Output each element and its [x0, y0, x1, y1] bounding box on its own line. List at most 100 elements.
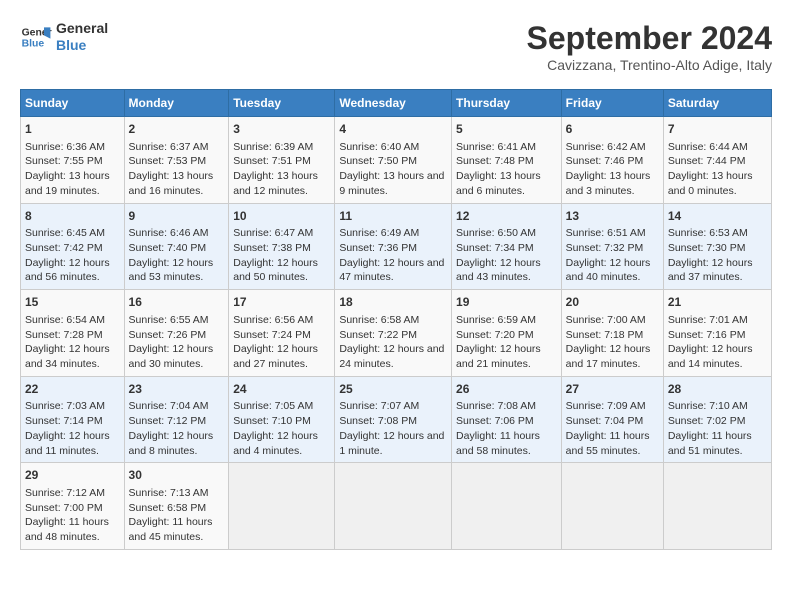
day-number: 14 [668, 208, 767, 225]
calendar-cell [663, 463, 771, 550]
day-info-line: Sunset: 7:10 PM [233, 414, 330, 429]
day-info-line: Sunset: 7:51 PM [233, 154, 330, 169]
day-info-line: Sunset: 7:22 PM [339, 328, 447, 343]
day-info-line: Sunset: 7:06 PM [456, 414, 557, 429]
day-number: 8 [25, 208, 120, 225]
calendar-cell [335, 463, 452, 550]
day-info-line: Sunset: 7:38 PM [233, 241, 330, 256]
day-info-line: Sunset: 7:12 PM [129, 414, 225, 429]
calendar-table: SundayMondayTuesdayWednesdayThursdayFrid… [20, 89, 772, 550]
day-info-line: Sunset: 7:46 PM [566, 154, 659, 169]
day-info-line: Daylight: 12 hours and 27 minutes. [233, 342, 330, 371]
col-header-saturday: Saturday [663, 90, 771, 117]
day-number: 29 [25, 467, 120, 484]
day-info-line: Sunset: 7:18 PM [566, 328, 659, 343]
calendar-week-row: 29Sunrise: 7:12 AMSunset: 7:00 PMDayligh… [21, 463, 772, 550]
day-info-line: Sunrise: 6:41 AM [456, 140, 557, 155]
day-info-line: Sunrise: 6:42 AM [566, 140, 659, 155]
day-info-line: Sunset: 7:24 PM [233, 328, 330, 343]
day-info-line: Daylight: 12 hours and 11 minutes. [25, 429, 120, 458]
calendar-cell: 8Sunrise: 6:45 AMSunset: 7:42 PMDaylight… [21, 203, 125, 290]
day-number: 24 [233, 381, 330, 398]
day-number: 5 [456, 121, 557, 138]
day-number: 3 [233, 121, 330, 138]
header: General Blue General Blue September 2024… [20, 20, 772, 73]
calendar-week-row: 1Sunrise: 6:36 AMSunset: 7:55 PMDaylight… [21, 117, 772, 204]
day-number: 18 [339, 294, 447, 311]
day-info-line: Sunrise: 6:44 AM [668, 140, 767, 155]
day-info-line: Sunrise: 7:05 AM [233, 399, 330, 414]
day-info-line: Sunset: 7:34 PM [456, 241, 557, 256]
calendar-cell: 28Sunrise: 7:10 AMSunset: 7:02 PMDayligh… [663, 376, 771, 463]
calendar-cell: 18Sunrise: 6:58 AMSunset: 7:22 PMDayligh… [335, 290, 452, 377]
day-info-line: Daylight: 12 hours and 4 minutes. [233, 429, 330, 458]
day-number: 19 [456, 294, 557, 311]
day-info-line: Daylight: 12 hours and 50 minutes. [233, 256, 330, 285]
day-info-line: Sunrise: 7:08 AM [456, 399, 557, 414]
calendar-cell: 29Sunrise: 7:12 AMSunset: 7:00 PMDayligh… [21, 463, 125, 550]
day-info-line: Sunset: 7:28 PM [25, 328, 120, 343]
day-info-line: Sunset: 7:32 PM [566, 241, 659, 256]
day-info-line: Sunrise: 7:13 AM [129, 486, 225, 501]
calendar-cell: 11Sunrise: 6:49 AMSunset: 7:36 PMDayligh… [335, 203, 452, 290]
day-info-line: Sunset: 7:42 PM [25, 241, 120, 256]
day-number: 23 [129, 381, 225, 398]
day-info-line: Daylight: 12 hours and 24 minutes. [339, 342, 447, 371]
day-number: 27 [566, 381, 659, 398]
day-info-line: Daylight: 11 hours and 45 minutes. [129, 515, 225, 544]
calendar-cell: 15Sunrise: 6:54 AMSunset: 7:28 PMDayligh… [21, 290, 125, 377]
day-info-line: Sunrise: 6:50 AM [456, 226, 557, 241]
day-number: 25 [339, 381, 447, 398]
calendar-cell: 22Sunrise: 7:03 AMSunset: 7:14 PMDayligh… [21, 376, 125, 463]
day-info-line: Sunrise: 7:10 AM [668, 399, 767, 414]
day-info-line: Sunrise: 6:49 AM [339, 226, 447, 241]
day-info-line: Sunset: 7:48 PM [456, 154, 557, 169]
day-info-line: Daylight: 12 hours and 43 minutes. [456, 256, 557, 285]
day-info-line: Daylight: 12 hours and 53 minutes. [129, 256, 225, 285]
calendar-cell: 10Sunrise: 6:47 AMSunset: 7:38 PMDayligh… [229, 203, 335, 290]
day-info-line: Sunset: 7:02 PM [668, 414, 767, 429]
logo-text-general: General [56, 20, 108, 37]
location-subtitle: Cavizzana, Trentino-Alto Adige, Italy [527, 57, 772, 73]
calendar-cell: 19Sunrise: 6:59 AMSunset: 7:20 PMDayligh… [452, 290, 562, 377]
day-info-line: Sunset: 7:04 PM [566, 414, 659, 429]
day-info-line: Daylight: 13 hours and 9 minutes. [339, 169, 447, 198]
day-info-line: Daylight: 12 hours and 30 minutes. [129, 342, 225, 371]
day-info-line: Sunrise: 6:47 AM [233, 226, 330, 241]
col-header-monday: Monday [124, 90, 229, 117]
calendar-cell: 30Sunrise: 7:13 AMSunset: 6:58 PMDayligh… [124, 463, 229, 550]
day-info-line: Sunset: 7:20 PM [456, 328, 557, 343]
calendar-cell: 4Sunrise: 6:40 AMSunset: 7:50 PMDaylight… [335, 117, 452, 204]
calendar-cell: 20Sunrise: 7:00 AMSunset: 7:18 PMDayligh… [561, 290, 663, 377]
calendar-cell [229, 463, 335, 550]
day-info-line: Sunrise: 6:55 AM [129, 313, 225, 328]
day-info-line: Sunrise: 7:07 AM [339, 399, 447, 414]
day-info-line: Sunrise: 7:04 AM [129, 399, 225, 414]
day-info-line: Sunset: 7:14 PM [25, 414, 120, 429]
day-number: 13 [566, 208, 659, 225]
day-number: 26 [456, 381, 557, 398]
day-number: 10 [233, 208, 330, 225]
calendar-cell: 25Sunrise: 7:07 AMSunset: 7:08 PMDayligh… [335, 376, 452, 463]
day-info-line: Sunset: 7:08 PM [339, 414, 447, 429]
calendar-header-row: SundayMondayTuesdayWednesdayThursdayFrid… [21, 90, 772, 117]
col-header-sunday: Sunday [21, 90, 125, 117]
calendar-cell [452, 463, 562, 550]
calendar-cell: 7Sunrise: 6:44 AMSunset: 7:44 PMDaylight… [663, 117, 771, 204]
calendar-cell: 17Sunrise: 6:56 AMSunset: 7:24 PMDayligh… [229, 290, 335, 377]
day-info-line: Daylight: 12 hours and 47 minutes. [339, 256, 447, 285]
day-number: 20 [566, 294, 659, 311]
calendar-cell: 6Sunrise: 6:42 AMSunset: 7:46 PMDaylight… [561, 117, 663, 204]
day-info-line: Sunset: 7:36 PM [339, 241, 447, 256]
day-info-line: Daylight: 12 hours and 17 minutes. [566, 342, 659, 371]
day-info-line: Sunset: 7:16 PM [668, 328, 767, 343]
day-info-line: Sunset: 7:00 PM [25, 501, 120, 516]
day-info-line: Daylight: 12 hours and 56 minutes. [25, 256, 120, 285]
day-number: 16 [129, 294, 225, 311]
month-title: September 2024 [527, 20, 772, 57]
col-header-thursday: Thursday [452, 90, 562, 117]
calendar-cell: 27Sunrise: 7:09 AMSunset: 7:04 PMDayligh… [561, 376, 663, 463]
day-info-line: Daylight: 13 hours and 0 minutes. [668, 169, 767, 198]
day-number: 30 [129, 467, 225, 484]
calendar-cell: 21Sunrise: 7:01 AMSunset: 7:16 PMDayligh… [663, 290, 771, 377]
